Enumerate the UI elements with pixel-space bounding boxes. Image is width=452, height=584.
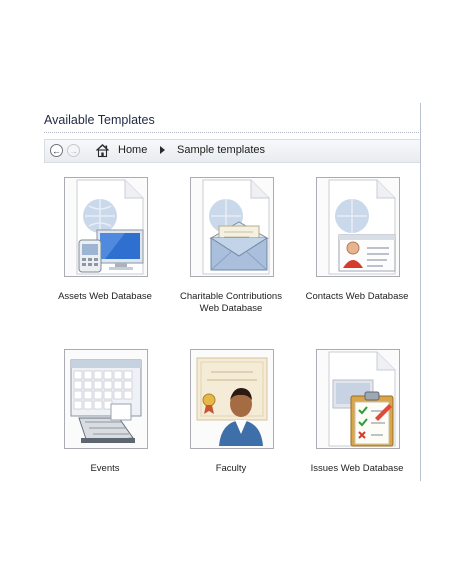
template-thumbnail[interactable]	[316, 177, 400, 277]
home-icon[interactable]	[95, 143, 110, 158]
panel-border	[420, 103, 421, 481]
template-label: Assets Web Database	[58, 291, 152, 302]
template-thumbnail[interactable]	[190, 349, 274, 449]
breadcrumb-home[interactable]: Home	[118, 144, 147, 156]
template-label: Charitable Contributions Web Database	[180, 291, 282, 314]
clipboard-template-icon	[328, 351, 396, 447]
calendar-template-icon	[70, 359, 142, 443]
template-thumbnail[interactable]	[190, 177, 274, 277]
assets-template-icon	[76, 179, 144, 275]
available-templates-panel: Available Templates ← → Home Sample temp…	[35, 103, 421, 481]
panel-title: Available Templates	[44, 113, 155, 127]
back-arrow-icon[interactable]: ←	[50, 144, 63, 157]
breadcrumb-separator-icon	[160, 146, 165, 154]
breadcrumb-bar: ← → Home Sample templates	[44, 139, 421, 163]
template-label: Faculty	[215, 463, 247, 474]
breadcrumb-current: Sample templates	[177, 144, 266, 156]
faculty-template-icon	[196, 357, 268, 446]
envelope-template-icon	[202, 179, 270, 275]
template-label: Contacts Web Database	[305, 291, 409, 302]
template-thumbnail[interactable]	[64, 177, 148, 277]
forward-arrow-icon[interactable]: →	[67, 144, 80, 157]
title-divider	[44, 132, 421, 133]
template-thumbnail[interactable]	[64, 349, 148, 449]
template-label: Issues Web Database	[310, 463, 404, 474]
template-label: Events	[90, 463, 120, 474]
template-thumbnail[interactable]	[316, 349, 400, 449]
contact-card-template-icon	[328, 179, 396, 275]
